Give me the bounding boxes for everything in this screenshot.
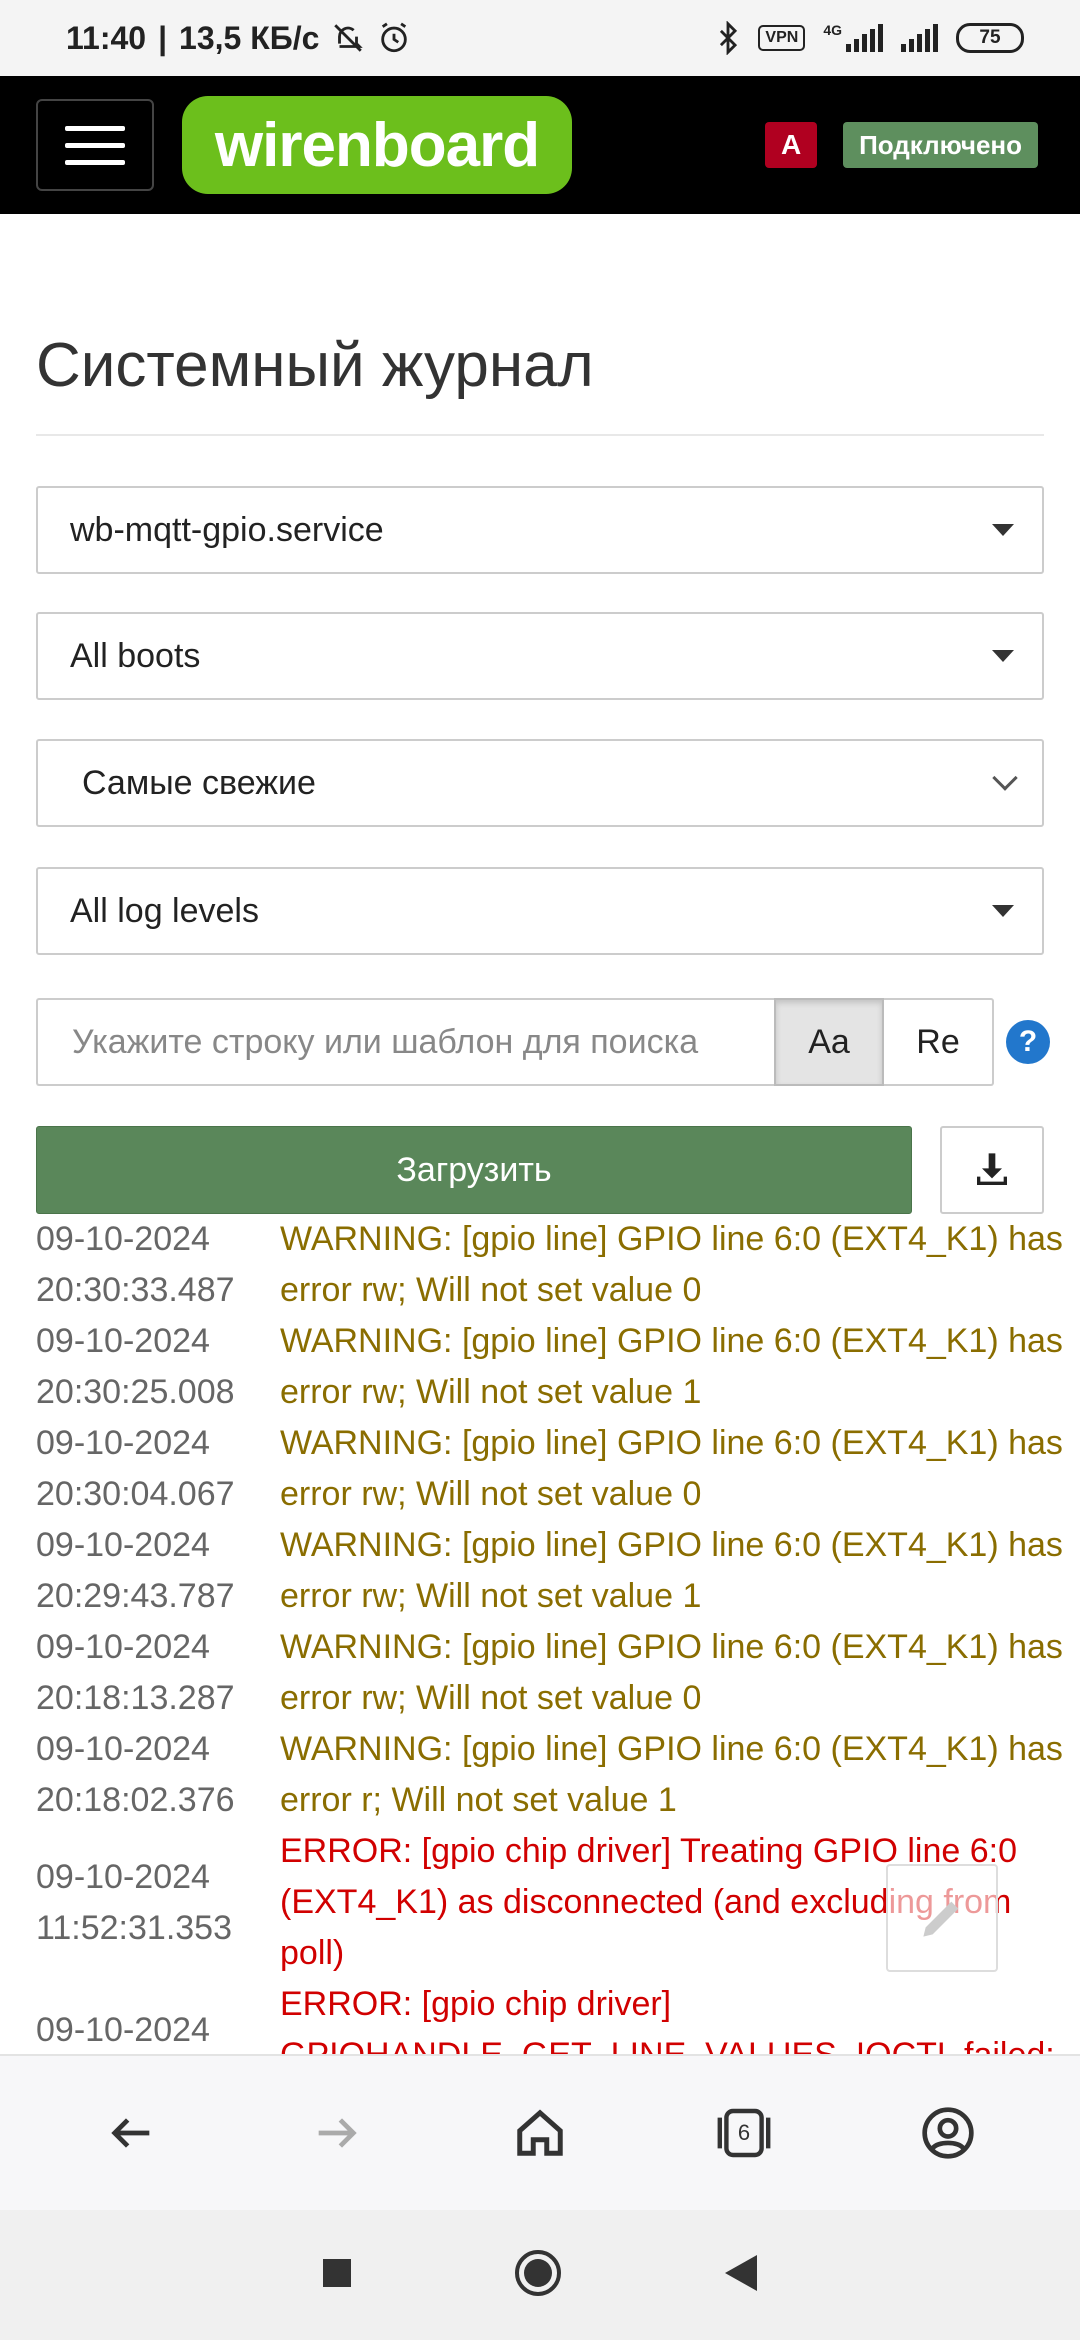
log-timestamp: 09-10-2024 20:30:33.487 <box>36 1214 280 1316</box>
profile-button[interactable] <box>898 2083 998 2183</box>
signal-icon-2 <box>901 24 938 52</box>
tabs-button[interactable]: 6 <box>694 2083 794 2183</box>
caret-down-icon <box>992 650 1014 662</box>
hamburger-icon <box>65 125 125 131</box>
log-date: 09-10-2024 <box>36 1220 210 1258</box>
log-timestamp: 09-10-2024 20:18:02.376 <box>36 1724 280 1826</box>
top-nav: wirenboard A Подключено <box>0 76 1080 214</box>
system-nav-bar <box>0 2210 1080 2340</box>
log-message: WARNING: [gpio line] GPIO line 6:0 (EXT4… <box>280 1220 1063 1309</box>
log-time: 20:30:25.008 <box>36 1373 235 1411</box>
log-date: 09-10-2024 <box>36 2010 210 2049</box>
boot-select[interactable]: All boots <box>36 612 1044 700</box>
log-entry: 09-10-2024 20:30:25.008 WARNING: [gpio lin… <box>36 1316 1080 1418</box>
network-speed: 13,5 КБ/с <box>179 19 320 56</box>
log-date: 09-10-2024 <box>36 1526 210 1564</box>
log-message: WARNING: [gpio line] GPIO line 6:0 (EXT4… <box>280 1424 1063 1513</box>
title-divider <box>36 434 1044 436</box>
order-select-value: Самые свежие <box>82 763 316 802</box>
download-icon <box>977 1153 1007 1185</box>
log-time: 20:29:43.787 <box>36 1577 235 1615</box>
recents-button[interactable] <box>321 2257 353 2294</box>
order-select[interactable]: Самые свежие <box>36 739 1044 827</box>
load-button[interactable]: Загрузить <box>36 1126 912 1214</box>
network-type: 4G <box>823 22 842 38</box>
log-timestamp: 09-10-2024 <box>36 1979 280 2054</box>
search-row: Aa Re ? <box>36 998 1080 1086</box>
edit-button[interactable] <box>886 1864 998 1972</box>
clock: 11:40 <box>66 19 147 56</box>
status-bar: 11:40 | 13,5 КБ/с VPN 4G 75 <box>0 0 1080 76</box>
download-button[interactable] <box>940 1126 1044 1214</box>
wirenboard-logo[interactable]: wirenboard <box>182 96 572 194</box>
log-message: WARNING: [gpio line] GPIO line 6:0 (EXT4… <box>280 1526 1063 1615</box>
browser-toolbar: 6 <box>0 2054 1080 2210</box>
log-entry: 09-10-2024 ERROR: [gpio chip driver] GPIO… <box>36 1979 1080 2054</box>
log-entry: 09-10-2024 20:30:04.067 WARNING: [gpio lin… <box>36 1418 1080 1520</box>
muted-bell-icon <box>334 24 364 52</box>
forward-button[interactable] <box>286 2083 386 2183</box>
square-icon <box>323 2258 351 2287</box>
log-time: 20:18:13.287 <box>36 1679 235 1717</box>
log-entry: 09-10-2024 20:29:43.787 WARNING: [gpio lin… <box>36 1520 1080 1622</box>
arrow-left-icon <box>111 2118 150 2148</box>
log-level-select[interactable]: All log levels <box>36 867 1044 955</box>
circle-icon <box>515 2249 561 2296</box>
user-badge[interactable]: A <box>765 122 818 168</box>
service-select[interactable]: wb-mqtt-gpio.service <box>36 486 1044 574</box>
bluetooth-icon <box>720 21 738 55</box>
back-button[interactable] <box>82 2083 182 2183</box>
menu-button[interactable] <box>36 99 154 191</box>
battery-icon: 75 <box>956 23 1024 53</box>
log-message: WARNING: [gpio line] GPIO line 6:0 (EXT4… <box>280 1628 1063 1717</box>
log-timestamp: 09-10-2024 20:30:25.008 <box>36 1316 280 1418</box>
log-level-select-value: All log levels <box>70 891 259 930</box>
search-input[interactable] <box>36 998 774 1086</box>
log-message: ERROR: [gpio chip driver] GPIOHANDLE_GET… <box>280 1985 1055 2054</box>
log-message: WARNING: [gpio line] GPIO line 6:0 (EXT4… <box>280 1730 1063 1819</box>
log-date: 09-10-2024 <box>36 1322 210 1360</box>
vpn-icon: VPN <box>758 25 806 51</box>
log-time: 11:52:31.353 <box>36 1908 232 1947</box>
page-title: Системный журнал <box>36 331 594 400</box>
log-timestamp: 09-10-2024 20:30:04.067 <box>36 1418 280 1520</box>
back-nav-button[interactable] <box>723 2253 759 2298</box>
help-icon[interactable]: ? <box>1006 1020 1050 1064</box>
log-date: 09-10-2024 <box>36 1730 210 1768</box>
boot-select-value: All boots <box>70 636 201 675</box>
home-icon <box>517 2109 563 2156</box>
log-entry: 09-10-2024 20:30:33.487 WARNING: [gpio lin… <box>36 1214 1080 1316</box>
pencil-icon <box>923 1901 959 1937</box>
connection-status-badge: Подключено <box>843 122 1038 168</box>
log-date: 09-10-2024 <box>36 1857 210 1896</box>
log-timestamp: 09-10-2024 20:18:13.287 <box>36 1622 280 1724</box>
log-date: 09-10-2024 <box>36 1628 210 1666</box>
home-button[interactable] <box>490 2083 590 2183</box>
log-entry: 09-10-2024 20:18:02.376 WARNING: [gpio lin… <box>36 1724 1080 1826</box>
caret-down-icon <box>992 905 1014 917</box>
log-time: 20:30:04.067 <box>36 1475 235 1513</box>
profile-icon <box>922 2107 974 2159</box>
log-date: 09-10-2024 <box>36 1424 210 1462</box>
log-time: 20:30:33.487 <box>36 1271 235 1309</box>
triangle-back-icon <box>725 2254 757 2291</box>
log-timestamp: 09-10-2024 11:52:31.353 <box>36 1826 280 1979</box>
caret-down-icon <box>992 524 1014 536</box>
alarm-icon <box>381 22 408 53</box>
service-select-value: wb-mqtt-gpio.service <box>70 510 384 549</box>
log-entry: 09-10-2024 20:18:13.287 WARNING: [gpio lin… <box>36 1622 1080 1724</box>
log-time: 20:18:02.376 <box>36 1781 235 1819</box>
home-nav-button[interactable] <box>513 2248 563 2303</box>
log-message: WARNING: [gpio line] GPIO line 6:0 (EXT4… <box>280 1322 1063 1411</box>
log-timestamp: 09-10-2024 20:29:43.787 <box>36 1520 280 1622</box>
signal-icon <box>846 24 883 52</box>
arrow-right-icon <box>318 2118 357 2148</box>
tab-count: 6 <box>737 2120 751 2145</box>
chevron-down-icon <box>992 765 1018 791</box>
case-sensitive-toggle[interactable]: Aa <box>774 998 884 1086</box>
regex-toggle[interactable]: Re <box>884 998 994 1086</box>
